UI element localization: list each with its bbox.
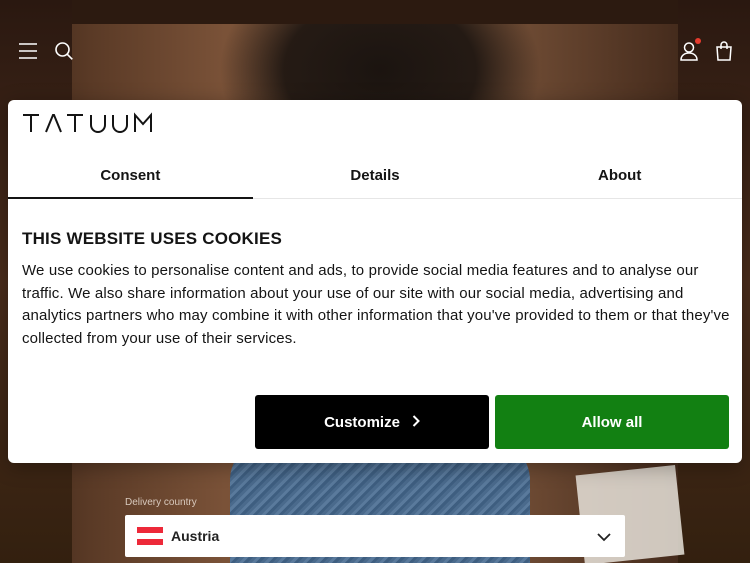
customize-button-label: Customize [324, 413, 400, 431]
search-icon[interactable] [51, 38, 77, 64]
chevron-right-icon [412, 414, 420, 431]
dialog-title: THIS WEBSITE USES COOKIES [22, 229, 283, 248]
brand-logo [22, 112, 158, 139]
tab-about[interactable]: About [497, 152, 742, 198]
top-navigation [0, 24, 750, 78]
shopping-bag-icon[interactable] [711, 38, 737, 64]
delivery-country-select[interactable]: Austria [125, 515, 625, 557]
chevron-down-icon [597, 529, 611, 547]
cookie-consent-dialog: Consent Details About THIS WEBSITE USES … [8, 100, 742, 463]
cookie-tabs: Consent Details About [8, 152, 742, 199]
tab-details[interactable]: Details [253, 152, 498, 198]
austria-flag-icon [137, 527, 163, 545]
tab-consent[interactable]: Consent [8, 152, 253, 199]
selected-country: Austria [171, 528, 220, 544]
dialog-body-text: We use cookies to personalise content an… [22, 262, 730, 347]
customize-button[interactable]: Customize [255, 395, 489, 449]
hamburger-menu-icon[interactable] [15, 38, 41, 64]
delivery-country-label: Delivery country [125, 497, 197, 508]
notification-dot [695, 38, 701, 44]
allow-all-button[interactable]: Allow all [495, 395, 729, 449]
